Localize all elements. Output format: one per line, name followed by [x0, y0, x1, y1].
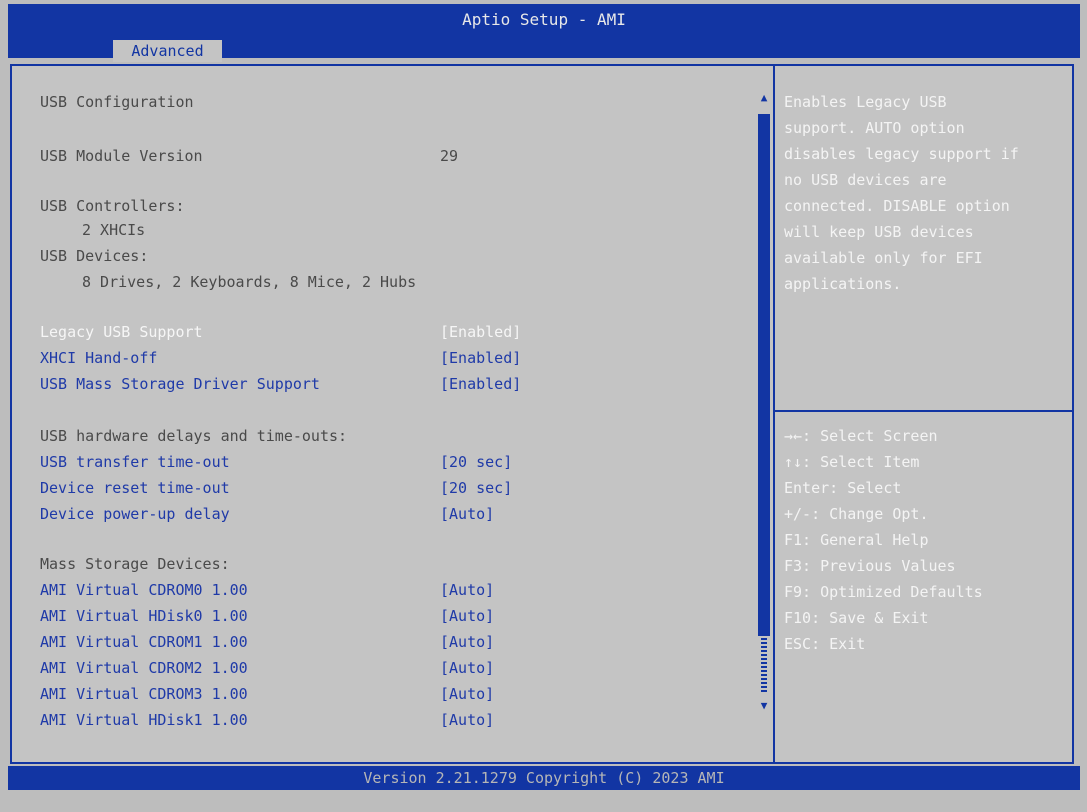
setting-value: [20 sec] — [440, 453, 513, 471]
app-title: Aptio Setup - AMI — [462, 10, 626, 29]
devices-label: USB Devices: — [40, 247, 149, 265]
mass-device-value: [Auto] — [440, 711, 495, 729]
mass-device-value: [Auto] — [440, 659, 495, 677]
key-change-opt: +/-: Change Opt. — [784, 505, 929, 523]
mass-device-label: AMI Virtual HDisk1 1.00 — [40, 711, 248, 729]
key-select-screen: →←: Select Screen — [784, 427, 938, 445]
help-text-line: support. AUTO option — [784, 119, 965, 137]
footer-bar: Version 2.21.1279 Copyright (C) 2023 AMI — [8, 766, 1080, 790]
setting-label: Legacy USB Support — [40, 323, 203, 341]
version-text: Version 2.21.1279 Copyright (C) 2023 AMI — [363, 769, 725, 787]
section-title: USB Configuration — [40, 93, 194, 111]
mass-device-value: [Auto] — [440, 581, 495, 599]
setting-label: USB Mass Storage Driver Support — [40, 375, 320, 393]
key-save-exit: F10: Save & Exit — [784, 609, 929, 627]
key-esc-exit: ESC: Exit — [784, 635, 866, 653]
devices-value: 8 Drives, 2 Keyboards, 8 Mice, 2 Hubs — [82, 273, 417, 291]
mass-storage-title: Mass Storage Devices: — [40, 555, 230, 573]
module-version-value: 29 — [440, 147, 459, 165]
mass-device-label: AMI Virtual CDROM3 1.00 — [40, 685, 248, 703]
help-text-line: no USB devices are — [784, 171, 947, 189]
mass-device-value: [Auto] — [440, 607, 495, 625]
setting-label: Device reset time-out — [40, 479, 230, 497]
help-text-line: available only for EFI — [784, 249, 983, 267]
mass-device-label: AMI Virtual HDisk0 1.00 — [40, 607, 248, 625]
key-previous-values: F3: Previous Values — [784, 557, 956, 575]
scrollbar-thumb[interactable] — [758, 114, 770, 636]
setting-value: [20 sec] — [440, 479, 513, 497]
module-version-label: USB Module Version — [40, 147, 203, 165]
bios-setup-screen: Aptio Setup - AMI Advanced USB Configura… — [0, 0, 1087, 812]
tab-advanced[interactable]: Advanced — [113, 40, 222, 62]
setting-value: [Enabled] — [440, 323, 522, 341]
mass-device-label: AMI Virtual CDROM1 1.00 — [40, 633, 248, 651]
scrollbar-grip[interactable] — [761, 634, 767, 694]
controllers-label: USB Controllers: — [40, 197, 185, 215]
setting-value: [Enabled] — [440, 349, 522, 367]
key-select-item: ↑↓: Select Item — [784, 453, 920, 471]
scrollbar-track[interactable] — [758, 114, 770, 694]
main-frame: USB Configuration USB Module Version 29 … — [10, 64, 1074, 764]
setting-label: Device power-up delay — [40, 505, 230, 523]
key-enter-select: Enter: Select — [784, 479, 902, 497]
key-optimized-defaults: F9: Optimized Defaults — [784, 583, 983, 601]
title-bar: Aptio Setup - AMI Advanced — [8, 4, 1080, 62]
mass-device-label: AMI Virtual CDROM2 1.00 — [40, 659, 248, 677]
mass-device-value: [Auto] — [440, 633, 495, 651]
help-text-line: will keep USB devices — [784, 223, 974, 241]
setting-value: [Enabled] — [440, 375, 522, 393]
setting-value: [Auto] — [440, 505, 495, 523]
mass-device-label: AMI Virtual CDROM0 1.00 — [40, 581, 248, 599]
setting-label: XHCI Hand-off — [40, 349, 158, 367]
setting-label: USB transfer time-out — [40, 453, 230, 471]
help-text-line: Enables Legacy USB — [784, 93, 947, 111]
key-general-help: F1: General Help — [784, 531, 929, 549]
scroll-down-arrow-icon[interactable]: ▼ — [758, 700, 770, 712]
mass-device-value: [Auto] — [440, 685, 495, 703]
scroll-up-arrow-icon[interactable]: ▲ — [758, 92, 770, 104]
help-divider — [775, 410, 1072, 412]
controllers-value: 2 XHCIs — [82, 221, 146, 239]
help-text-line: disables legacy support if — [784, 145, 1019, 163]
help-text-line: applications. — [784, 275, 902, 293]
delays-title: USB hardware delays and time-outs: — [40, 427, 348, 445]
panel-divider — [773, 66, 775, 762]
help-text-line: connected. DISABLE option — [784, 197, 1010, 215]
